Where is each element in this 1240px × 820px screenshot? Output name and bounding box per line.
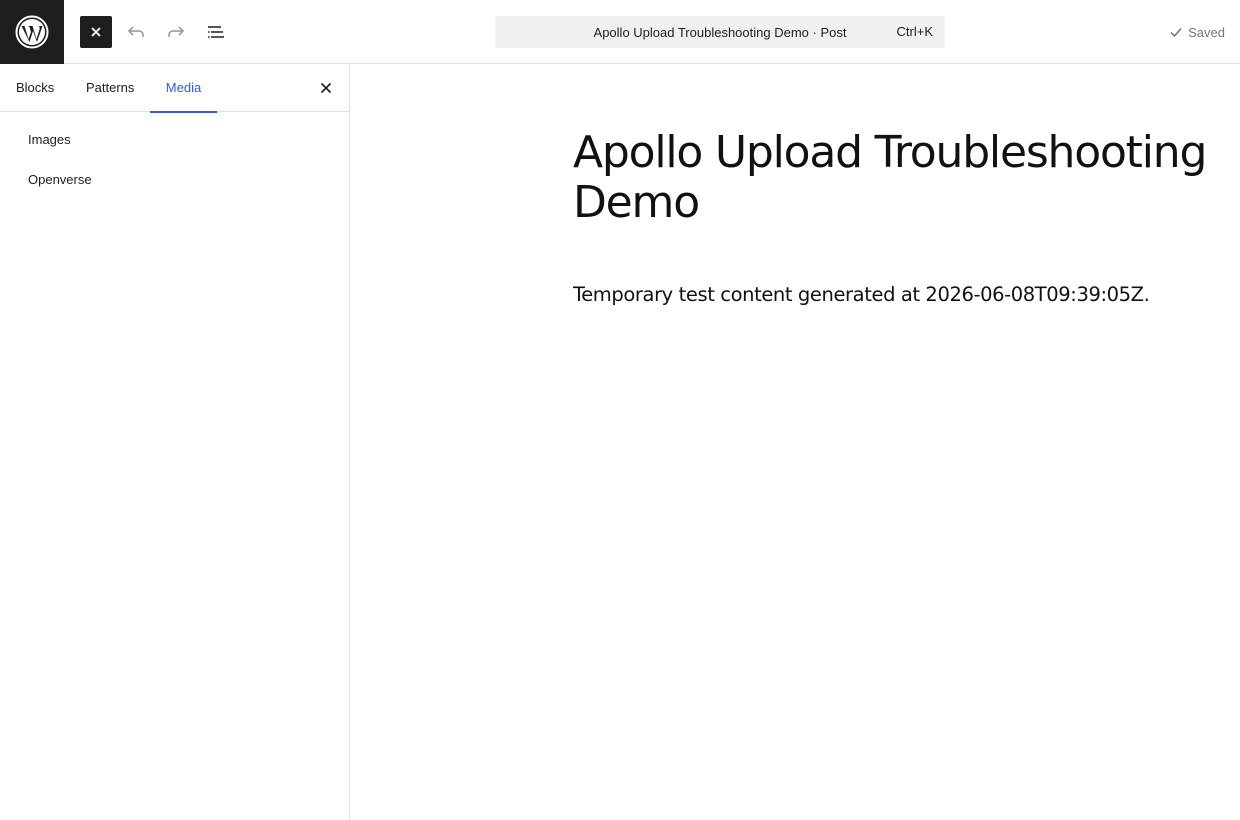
- tab-media[interactable]: Media: [150, 64, 217, 113]
- tab-blocks[interactable]: Blocks: [0, 64, 70, 112]
- redo-button[interactable]: [160, 16, 192, 48]
- inserter-sidebar: Blocks Patterns Media Images Openverse: [0, 64, 350, 820]
- document-overview-button[interactable]: [200, 16, 232, 48]
- editor-canvas: Apollo Upload Troubleshooting Demo Tempo…: [351, 64, 1240, 820]
- wordpress-logo-button[interactable]: [0, 0, 64, 64]
- paragraph-block[interactable]: Temporary test content generated at 2026…: [573, 280, 1213, 310]
- media-category-list: Images Openverse: [16, 128, 334, 200]
- close-icon: [320, 82, 332, 94]
- wordpress-logo-icon: [15, 15, 49, 49]
- close-icon: [91, 27, 101, 37]
- check-icon: [1170, 28, 1182, 38]
- post-title[interactable]: Apollo Upload Troubleshooting Demo: [573, 128, 1213, 228]
- media-category-openverse[interactable]: Openverse: [16, 160, 334, 200]
- saved-label: Saved: [1188, 24, 1225, 40]
- document-title: Apollo Upload Troubleshooting Demo · Pos…: [593, 24, 847, 40]
- tab-patterns[interactable]: Patterns: [70, 64, 150, 112]
- editor-header: Apollo Upload Troubleshooting Demo · Pos…: [0, 0, 1240, 64]
- media-category-images[interactable]: Images: [16, 120, 334, 160]
- command-shortcut: Ctrl+K: [896, 24, 933, 39]
- command-palette-trigger[interactable]: Apollo Upload Troubleshooting Demo · Pos…: [495, 16, 945, 48]
- inserter-tabs: Blocks Patterns Media: [0, 64, 349, 113]
- redo-icon: [168, 26, 185, 37]
- saved-indicator: Saved: [1169, 16, 1225, 48]
- undo-icon: [127, 26, 144, 37]
- list-view-icon: [208, 26, 224, 38]
- undo-button[interactable]: [120, 16, 152, 48]
- close-inserter-button[interactable]: [80, 16, 112, 48]
- close-sidebar-button[interactable]: [314, 76, 338, 100]
